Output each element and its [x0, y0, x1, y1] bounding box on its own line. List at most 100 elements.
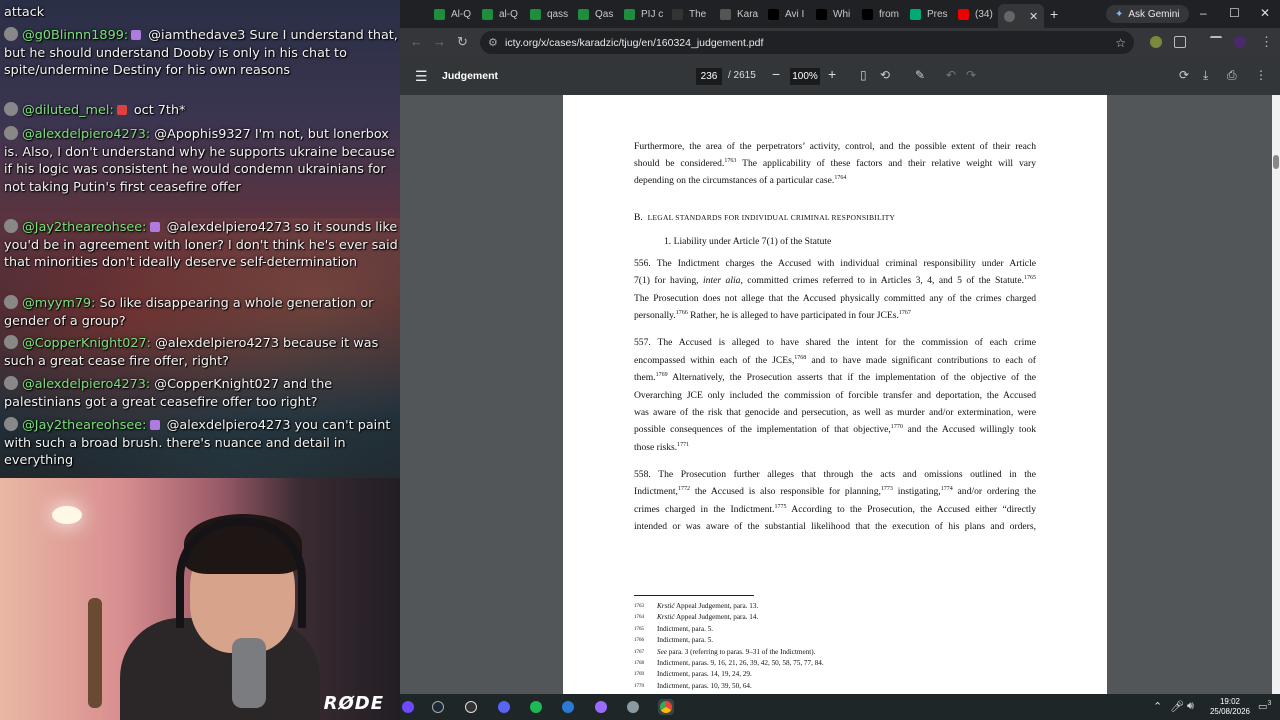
page-number-input[interactable]: 236	[696, 68, 722, 85]
footnote-ref[interactable]: 1773	[881, 486, 893, 492]
new-tab-button[interactable]: +	[1050, 6, 1058, 22]
back-icon[interactable]: ←	[410, 34, 423, 49]
member-badge-icon	[149, 420, 160, 430]
discord-icon[interactable]	[496, 699, 512, 715]
tab-favicon-icon	[482, 8, 493, 20]
text: possible consequences of the implementat…	[634, 424, 891, 435]
address-bar[interactable]: ⚙ icty.org/x/cases/karadzic/tjug/en/1603…	[480, 31, 1134, 54]
chat-username[interactable]: @Jay2theareohsee:	[22, 220, 147, 235]
maximize-button[interactable]: ☐	[1229, 6, 1240, 20]
spotify-icon[interactable]	[528, 699, 544, 715]
reload-icon[interactable]: ↻	[457, 34, 468, 50]
pdf-viewer: Furthermore, the area of the perpetrator…	[400, 95, 1272, 694]
lamp	[52, 506, 82, 524]
browser-tab[interactable]: The	[666, 4, 712, 24]
zoom-in-button[interactable]: +	[828, 66, 836, 82]
scrollbar-thumb[interactable]	[1273, 155, 1279, 169]
browser-tab[interactable]: (34)	[952, 4, 998, 24]
footnote-italic: See	[657, 647, 667, 656]
text: should be considered.	[634, 158, 725, 169]
extensions-puzzle-icon[interactable]	[1174, 36, 1186, 48]
browser-tab[interactable]: from	[856, 4, 902, 24]
browser-tab[interactable]: Al-Q	[428, 4, 474, 24]
notification-icon[interactable]: ▭3	[1258, 700, 1271, 712]
chat-username[interactable]: @alexdelpiero4273:	[22, 127, 150, 142]
footnote-body: Indictment, paras. 9, 16, 21, 26, 39, 42…	[657, 659, 824, 667]
browser-tab[interactable]: PIJ c	[618, 4, 664, 24]
app-purple-icon[interactable]	[593, 699, 609, 715]
browser-tab[interactable]: qass	[524, 4, 570, 24]
chat-username[interactable]: @Jay2theareohsee:	[22, 418, 147, 433]
obs-icon[interactable]	[463, 699, 479, 715]
browser-tab[interactable]: Pres	[904, 4, 950, 24]
profile-avatar[interactable]	[1234, 36, 1246, 48]
chat-username[interactable]: @alexdelpiero4273:	[22, 377, 150, 392]
p557-line-7: those risks.1771	[634, 439, 1036, 456]
more-menu-icon[interactable]: ⋮	[1260, 34, 1273, 50]
steam-icon[interactable]	[430, 699, 446, 715]
footnote-rule	[634, 595, 754, 596]
system-clock[interactable]: 19:02 25/08/2026	[1210, 697, 1250, 717]
vertical-scrollbar[interactable]	[1272, 95, 1280, 694]
p558-line-3: crimes charged in the Indictment.1775 Ac…	[634, 501, 1036, 518]
zoom-input[interactable]: 100%	[790, 68, 820, 85]
speaker-icon[interactable]: 🔊︎	[1187, 700, 1194, 713]
footnote-number: 1763	[634, 604, 644, 609]
browser-tab[interactable]: al-Q	[476, 4, 522, 24]
fit-page-icon[interactable]: ▯	[860, 68, 867, 82]
zoom-out-button[interactable]: −	[772, 66, 780, 82]
download-icon[interactable]: ⤓	[1203, 68, 1208, 83]
app-icon[interactable]	[560, 699, 576, 715]
close-tab-icon[interactable]: ✕	[1029, 10, 1038, 23]
settings-gear-icon[interactable]	[625, 699, 641, 715]
chat-message: @Jay2theareohsee: @alexdelpiero4273 so i…	[4, 219, 399, 272]
browser-tab[interactable]: Kara	[714, 4, 760, 24]
chat-username[interactable]: @CopperKnight027:	[22, 336, 151, 351]
footnote-ref[interactable]: 1766	[676, 310, 688, 316]
footnote-ref[interactable]: 1769	[656, 372, 668, 378]
minimize-button[interactable]: –	[1200, 6, 1207, 20]
proton-vpn-icon[interactable]	[400, 699, 416, 715]
footnote-ref[interactable]: 1763	[724, 158, 736, 164]
footnote-ref[interactable]: 1772	[678, 486, 690, 492]
user-avatar	[4, 126, 18, 140]
bookmark-star-icon[interactable]: ☆	[1115, 36, 1126, 50]
footnote-ref[interactable]: 1774	[941, 486, 953, 492]
footnote-ref[interactable]: 1768	[794, 355, 806, 361]
footnote-ref[interactable]: 1767	[899, 310, 911, 316]
sidebar-menu-icon[interactable]: ☰	[415, 68, 428, 85]
forward-icon[interactable]: →	[433, 34, 446, 49]
tab-active[interactable]: ✕	[998, 4, 1044, 28]
footnote-ref[interactable]: 1764	[834, 175, 846, 181]
footnote-number: 1768	[634, 661, 644, 666]
footnote-number: 1766	[634, 638, 644, 644]
footnote-ref[interactable]: 1765	[1024, 275, 1036, 281]
chat-username[interactable]: @g0Blinnn1899:	[22, 28, 128, 43]
p558-line-2: Indictment,1772 the Accused is also resp…	[634, 483, 1036, 500]
redo-icon[interactable]: ↷	[966, 68, 976, 82]
extension-icon[interactable]	[1150, 36, 1162, 48]
print-icon[interactable]: ⎙	[1227, 68, 1237, 83]
microphone-icon[interactable]: 🎤︎	[1170, 700, 1184, 713]
tray-chevron-icon[interactable]: ⌃	[1153, 700, 1162, 713]
rotate-icon[interactable]: ⟲	[880, 68, 890, 82]
ask-gemini-button[interactable]: ✦ Ask Gemini	[1106, 5, 1189, 23]
footnote-ref[interactable]: 1770	[891, 424, 903, 430]
annotate-icon[interactable]: ✎	[915, 68, 925, 82]
footnote-ref[interactable]: 1775	[774, 504, 786, 510]
site-info-icon[interactable]: ⚙	[488, 36, 498, 49]
browser-tab[interactable]: Avi I	[762, 4, 808, 24]
chat-username[interactable]: @myym79:	[22, 296, 95, 311]
drive-save-icon[interactable]: ⟳	[1179, 68, 1189, 82]
chrome-icon[interactable]	[658, 699, 674, 715]
tab-label: Qas	[595, 8, 614, 20]
browser-tab[interactable]: Qas	[572, 4, 618, 24]
reading-list-icon[interactable]	[1210, 36, 1222, 48]
close-window-button[interactable]: ✕	[1260, 6, 1270, 20]
footnote-ref[interactable]: 1771	[677, 442, 689, 448]
pdf-more-icon[interactable]: ⋮	[1255, 68, 1267, 82]
chat-username[interactable]: @diluted_mel:	[22, 103, 114, 118]
undo-icon[interactable]: ↶	[946, 68, 956, 82]
browser-tab[interactable]: Whi	[810, 4, 856, 24]
footnote-italic: Krstić	[657, 602, 675, 610]
